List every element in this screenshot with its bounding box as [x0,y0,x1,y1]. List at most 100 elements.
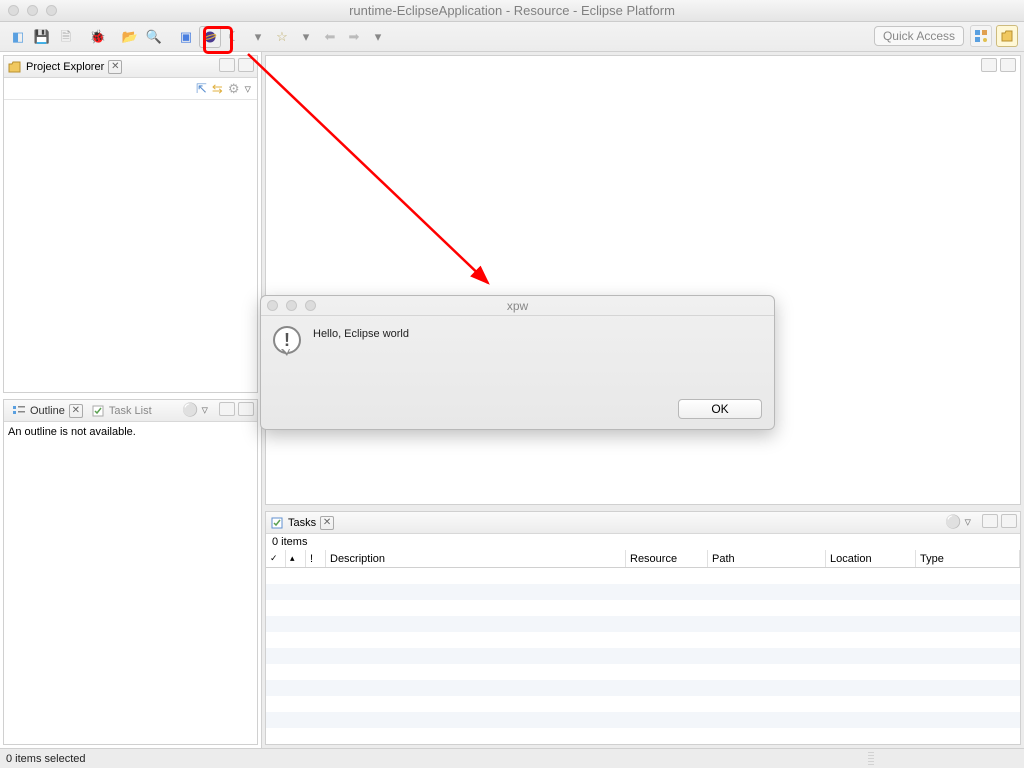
project-explorer-toolbar: ⇱ ⇆ ⚙ ▿ [4,78,257,100]
editor-minimize[interactable] [981,58,997,72]
dialog-titlebar[interactable]: xpw [261,296,774,316]
debug-button[interactable]: 🐞 [87,26,109,48]
open-type-button[interactable]: 📂 [119,26,141,48]
col-resource[interactable]: Resource [626,550,708,567]
tasks-header: Tasks ✕ ⚪ ▿ [266,512,1020,534]
tasks-title: Tasks [288,517,316,529]
table-row [266,568,1020,584]
outline-menu-icon[interactable]: ▿ [201,403,208,416]
dialog-minimize-icon[interactable] [286,300,297,311]
dropdown-c[interactable]: ▾ [367,26,389,48]
outline-view: Outline ✕ Task List ⚪ ▿ An outline is no… [3,399,258,745]
project-explorer-titlebar: Project Explorer ✕ [4,56,257,78]
outline-focus-icon[interactable]: ⚪ [182,403,198,416]
col-sort[interactable]: ▴ [286,550,306,567]
table-row [266,696,1020,712]
status-text: 0 items selected [6,753,85,765]
col-location[interactable]: Location [826,550,916,567]
table-row [266,664,1020,680]
new-button[interactable]: ◧ [7,26,29,48]
tool-button-b[interactable]: ☾ [223,26,245,48]
ok-button[interactable]: OK [678,399,762,419]
outline-minimize[interactable] [219,402,235,416]
outline-maximize[interactable] [238,402,254,416]
search-button[interactable]: 🔍 [143,26,165,48]
window-traffic-lights [8,5,57,16]
col-complete[interactable]: ✓ [266,550,286,567]
window-title: runtime-EclipseApplication - Resource - … [349,3,675,18]
dropdown-b[interactable]: ▾ [295,26,317,48]
dialog-close-icon[interactable] [267,300,278,311]
dialog-traffic-lights [267,300,316,311]
table-row [266,712,1020,728]
project-explorer-body[interactable] [4,100,257,392]
outline-body: An outline is not available. [4,422,257,744]
link-editor-icon[interactable]: ⇆ [212,82,223,95]
quick-access-button[interactable]: Quick Access [874,26,964,46]
tasks-close[interactable]: ✕ [320,516,334,530]
dialog-zoom-icon[interactable] [305,300,316,311]
dialog-message: Hello, Eclipse world [313,326,409,385]
table-row [266,680,1020,696]
filters-icon[interactable]: ⚙ [228,82,240,95]
tasks-icon [270,516,284,530]
col-priority[interactable]: ! [306,550,326,567]
collapse-all-icon[interactable]: ⇱ [196,82,207,95]
tool-button-a[interactable]: ▣ [175,26,197,48]
table-row [266,616,1020,632]
project-explorer-minimize[interactable] [219,58,235,72]
outline-empty-text: An outline is not available. [8,426,136,438]
open-perspective-button[interactable] [970,25,992,47]
main-toolbar: ◧ 💾 🗎 🐞 📂 🔍 ▣ ☾ ▾ ☆ ▾ ⬅ ➡ ▾ Quick Access [0,22,1024,52]
tasklist-icon [91,404,105,418]
project-explorer-icon [8,60,22,74]
table-row [266,632,1020,648]
project-explorer-close[interactable]: ✕ [108,60,122,74]
message-dialog: xpw ! Hello, Eclipse world OK [260,295,775,430]
editor-area[interactable] [265,55,1021,505]
tasklist-tab[interactable]: Task List [87,404,156,418]
view-menu-icon[interactable]: ▿ [244,82,251,95]
col-type[interactable]: Type [916,550,1020,567]
back-button[interactable]: ⬅ [319,26,341,48]
eclipse-sample-button[interactable] [199,26,221,48]
save-button[interactable]: 💾 [31,26,53,48]
tasks-filter-icon[interactable]: ⚪ [945,515,961,528]
tasks-minimize[interactable] [982,514,998,528]
tasks-header-row: ✓ ▴ ! Description Resource Path Location… [266,550,1020,568]
dropdown-a[interactable]: ▾ [247,26,269,48]
project-explorer-title: Project Explorer [26,61,104,73]
col-path[interactable]: Path [708,550,826,567]
tool-button-c[interactable]: ☆ [271,26,293,48]
window-titlebar: runtime-EclipseApplication - Resource - … [0,0,1024,22]
dialog-buttons: OK [261,395,774,429]
tasks-maximize[interactable] [1001,514,1017,528]
dialog-title: xpw [507,299,528,313]
info-icon: ! [273,326,301,354]
tasks-count: 0 items [266,534,1020,550]
window-minimize-icon[interactable] [27,5,38,16]
table-row [266,648,1020,664]
outline-tab[interactable]: Outline ✕ [8,404,87,418]
editor-maximize[interactable] [1000,58,1016,72]
window-zoom-icon[interactable] [46,5,57,16]
forward-button[interactable]: ➡ [343,26,365,48]
tasks-table[interactable]: ✓ ▴ ! Description Resource Path Location… [266,550,1020,744]
window-resize-grip[interactable] [868,752,874,766]
tasklist-tab-label: Task List [109,405,152,417]
save-all-button[interactable]: 🗎 [55,26,77,48]
left-column: Project Explorer ✕ ⇱ ⇆ ⚙ ▿ Outline [0,52,262,748]
dialog-body: ! Hello, Eclipse world [261,316,774,395]
status-bar: 0 items selected [0,748,1024,768]
tasks-menu-icon[interactable]: ▿ [964,515,971,528]
outline-tab-close[interactable]: ✕ [69,404,83,418]
project-explorer-view: Project Explorer ✕ ⇱ ⇆ ⚙ ▿ [3,55,258,393]
window-close-icon[interactable] [8,5,19,16]
project-explorer-maximize[interactable] [238,58,254,72]
col-description[interactable]: Description [326,550,626,567]
outline-tabs: Outline ✕ Task List ⚪ ▿ [4,400,257,422]
table-row [266,584,1020,600]
table-row [266,600,1020,616]
resource-perspective-button[interactable] [996,25,1018,47]
outline-tab-label: Outline [30,405,65,417]
